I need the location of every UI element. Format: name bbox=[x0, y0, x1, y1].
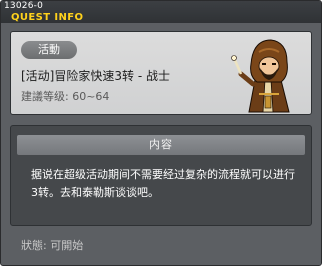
titlebar[interactable]: 13026-0 QUEST INFO bbox=[1, 1, 321, 23]
quest-summary-panel: 活動 [活动]冒险家快速3转 - 战士 建議等级: 60~64 bbox=[10, 31, 312, 115]
quest-info-window: 13026-0 QUEST INFO 活動 [活动]冒险家快速3转 - 战士 建… bbox=[0, 0, 322, 266]
hooded-npc-icon bbox=[231, 39, 290, 113]
quest-status: 狀態: 可開始 bbox=[21, 239, 83, 253]
quest-id: 13026-0 bbox=[4, 1, 44, 11]
level-label: 建議等级: bbox=[21, 90, 69, 103]
status-label: 狀態: bbox=[21, 239, 47, 252]
quest-content-panel: 内容 据说在超级活动期间不需要经过复杂的流程就可以进行3转。去和泰勒斯谈谈吧。 bbox=[10, 125, 312, 226]
quest-name: [活动]冒险家快速3转 - 战士 bbox=[21, 69, 170, 83]
level-range: 60~64 bbox=[72, 90, 110, 103]
content-header: 内容 bbox=[17, 135, 305, 155]
status-value: 可開始 bbox=[50, 239, 84, 252]
quest-description: 据说在超级活动期间不需要经过复杂的流程就可以进行3转。去和泰勒斯谈谈吧。 bbox=[31, 168, 295, 199]
window-title: QUEST INFO bbox=[11, 12, 84, 23]
recommended-level: 建議等级: 60~64 bbox=[21, 90, 109, 104]
category-badge: 活動 bbox=[21, 41, 77, 59]
